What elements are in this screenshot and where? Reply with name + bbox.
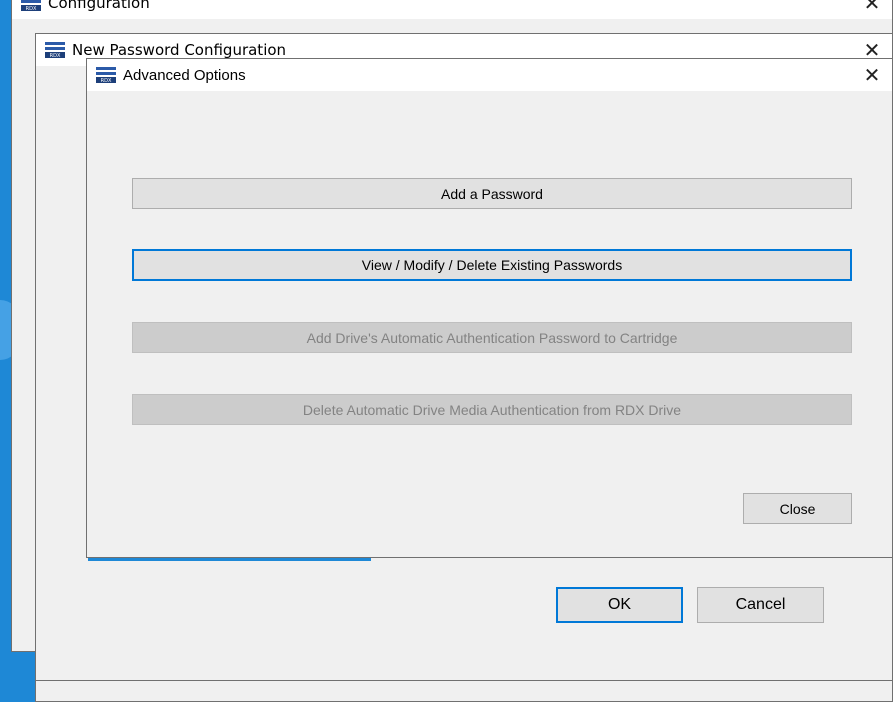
- configuration-title: Configuration: [48, 0, 150, 12]
- close-icon: ✕: [863, 0, 881, 15]
- status-strip: [36, 680, 892, 701]
- configuration-titlebar: RDX Configuration ✕: [12, 0, 892, 19]
- advanced-options-dialog: RDX Advanced Options ✕ Add a Password Vi…: [86, 58, 893, 558]
- add-password-button[interactable]: Add a Password: [132, 178, 852, 209]
- close-button[interactable]: Close: [743, 493, 852, 524]
- svg-text:RDX: RDX: [26, 6, 37, 12]
- svg-text:RDX: RDX: [101, 78, 112, 84]
- cancel-button[interactable]: Cancel: [697, 587, 824, 623]
- delete-automatic-auth-button[interactable]: Delete Automatic Drive Media Authenticat…: [132, 394, 852, 425]
- advanced-options-titlebar: RDX Advanced Options ✕: [87, 59, 892, 91]
- advanced-options-title: Advanced Options: [123, 66, 246, 84]
- focus-underline: [88, 558, 371, 561]
- add-automatic-auth-password-button[interactable]: Add Drive's Automatic Authentication Pas…: [132, 322, 852, 353]
- view-modify-delete-passwords-button[interactable]: View / Modify / Delete Existing Password…: [132, 249, 852, 281]
- rdx-app-icon: RDX: [21, 0, 41, 12]
- password-config-title: New Password Configuration: [72, 41, 287, 59]
- close-icon: ✕: [863, 63, 881, 87]
- rdx-app-icon: RDX: [45, 42, 65, 59]
- rdx-app-icon: RDX: [96, 67, 116, 84]
- svg-text:RDX: RDX: [50, 53, 61, 59]
- configuration-close-button[interactable]: ✕: [852, 0, 892, 19]
- advanced-options-close-x[interactable]: ✕: [852, 59, 892, 91]
- ok-button[interactable]: OK: [556, 587, 683, 623]
